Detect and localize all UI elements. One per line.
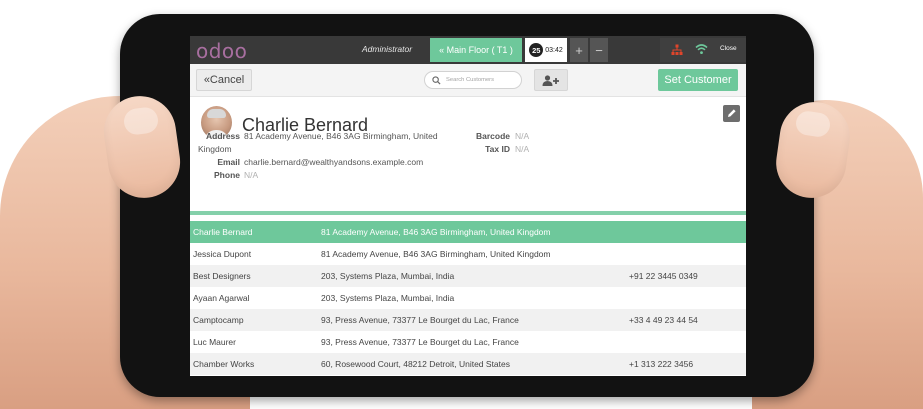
taxid-label: Tax ID [485,144,510,154]
customer-row-address: 60, Rosewood Court, 48212 Detroit, Unite… [321,359,510,369]
table-row[interactable]: Camptocamp 93, Press Avenue, 73377 Le Bo… [190,309,746,331]
pos-screen: odoo Administrator « Main Floor ( T1 ) 2… [190,36,746,376]
order-tab[interactable]: 25 03:42 [525,38,567,62]
customer-row-name: Best Designers [193,271,251,281]
table-row[interactable]: Charlie Bernard 81 Academy Avenue, B46 3… [190,221,746,243]
table-row[interactable]: Ayaan Agarwal 203, Systems Plaza, Mumbai… [190,287,746,309]
order-time: 03:42 [545,46,563,54]
wifi-icon[interactable] [695,43,708,55]
email-value: charlie.bernard@wealthyandsons.example.c… [244,157,424,167]
search-input[interactable] [446,77,516,83]
customer-list: Charlie Bernard 81 Academy Avenue, B46 3… [190,221,746,375]
edit-customer-button[interactable] [723,105,740,122]
customer-row-address: 81 Academy Avenue, B46 3AG Birmingham, U… [321,249,551,259]
customer-row-phone: +33 4 49 23 44 54 [629,315,698,325]
phone-label: Phone [214,170,240,180]
table-row[interactable]: Best Designers 203, Systems Plaza, Mumba… [190,265,746,287]
user-name[interactable]: Administrator [362,44,412,54]
add-customer-button[interactable] [534,69,568,91]
taxid-value: N/A [515,144,530,154]
order-number-badge: 25 [529,43,544,57]
new-order-button[interactable]: + [570,38,588,62]
customer-row-address: 203, Systems Plaza, Mumbai, India [321,293,455,303]
search-box[interactable] [424,71,522,89]
customer-row-address: 81 Academy Avenue, B46 3AG Birmingham, U… [321,227,551,237]
customer-row-address: 93, Press Avenue, 73377 Le Bourget du La… [321,337,519,347]
details-divider [190,211,746,215]
table-row[interactable]: Luc Maurer 93, Press Avenue, 73377 Le Bo… [190,331,746,353]
customer-row-name: Jessica Dupont [193,249,252,259]
table-row[interactable]: Jessica Dupont 81 Academy Avenue, B46 3A… [190,243,746,265]
close-button[interactable]: Close [720,45,737,52]
customer-details: Charlie Bernard Address 81 Academy Avenu… [190,97,746,211]
customer-row-address: 93, Press Avenue, 73377 Le Bourget du La… [321,315,519,325]
customer-row-name: Camptocamp [193,315,244,325]
customer-row-name: Luc Maurer [193,337,236,347]
customer-row-address: 203, Systems Plaza, Mumbai, India [321,271,455,281]
address-label: Address [205,131,240,141]
floor-tab[interactable]: « Main Floor ( T1 ) [430,38,522,62]
top-bar: odoo Administrator « Main Floor ( T1 ) 2… [190,36,746,64]
customer-toolbar: «Cancel Set Customer [190,64,746,97]
customer-row-name: Charlie Bernard [193,227,253,237]
network-icon[interactable] [671,44,683,56]
customer-row-phone: +1 313 222 3456 [629,359,694,369]
address-value-line2: Kingdom [198,144,232,154]
set-customer-button[interactable]: Set Customer [658,69,738,91]
phone-value: N/A [244,170,259,180]
delete-order-button[interactable]: − [590,38,608,62]
table-row[interactable]: Chamber Works 60, Rosewood Court, 48212 … [190,353,746,375]
customer-row-name: Chamber Works [193,359,255,369]
email-label: Email [217,157,240,167]
odoo-logo: odoo [196,39,248,63]
address-value: 81 Academy Avenue, B46 3AG Birmingham, U… [244,131,438,141]
pencil-icon [728,109,736,117]
barcode-value: N/A [515,131,530,141]
customer-row-phone: +91 22 3445 0349 [629,271,698,281]
search-icon [432,75,441,85]
add-user-icon [542,74,559,86]
barcode-label: Barcode [475,131,510,141]
customer-row-name: Ayaan Agarwal [193,293,250,303]
cancel-button[interactable]: «Cancel [196,69,252,91]
